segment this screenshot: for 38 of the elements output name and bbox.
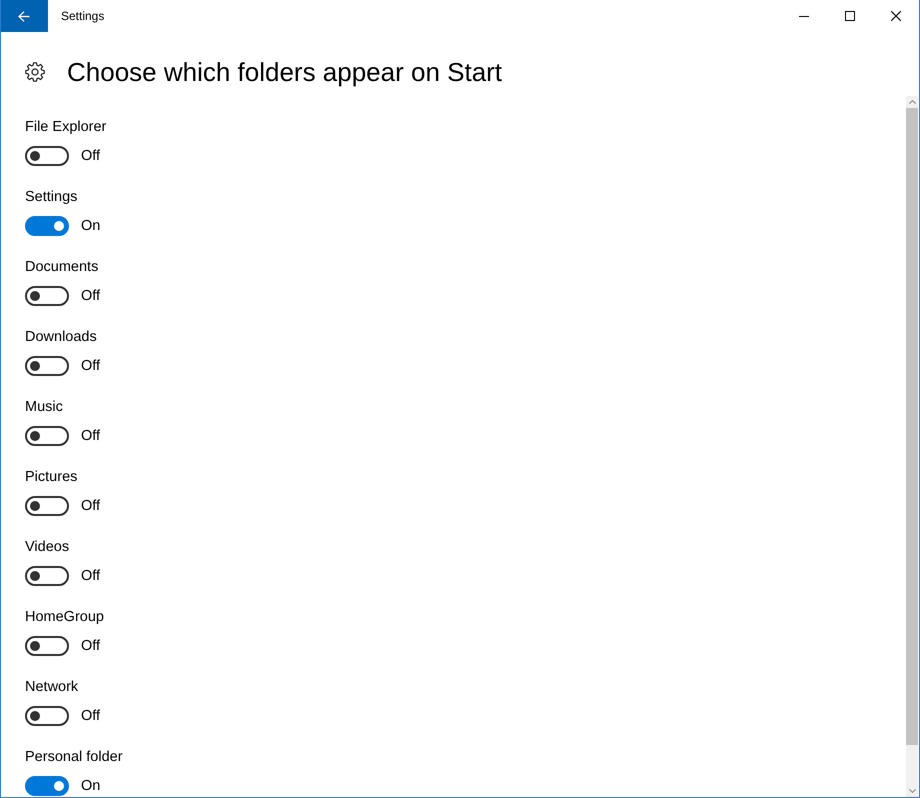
toggle-switch[interactable] — [25, 286, 69, 306]
setting-label: Personal folder — [25, 748, 123, 767]
toggle-switch[interactable] — [25, 426, 69, 446]
toggle-switch[interactable] — [25, 496, 69, 516]
toggle-state-text: Off — [81, 287, 100, 306]
setting-label: Settings — [25, 188, 78, 207]
toggle-switch[interactable] — [25, 216, 69, 236]
toggle-state-text: Off — [81, 497, 100, 516]
maximize-icon — [845, 11, 855, 21]
toggle-state-text: Off — [81, 637, 100, 656]
setting-label: Documents — [25, 258, 98, 277]
setting-label: Downloads — [25, 328, 97, 347]
settings-icon — [25, 62, 45, 82]
toggle-switch[interactable] — [25, 776, 69, 796]
toggle-switch[interactable] — [25, 706, 69, 726]
toggle-state-text: Off — [81, 707, 100, 726]
setting-label: Network — [25, 678, 78, 697]
setting-label: File Explorer — [25, 118, 106, 137]
back-arrow-icon — [18, 10, 30, 22]
page-heading: Choose which folders appear on Start — [67, 56, 502, 89]
toggle-state-text: On — [81, 217, 100, 236]
toggle-state-text: On — [81, 777, 100, 796]
toggle-state-text: Off — [81, 147, 100, 166]
toggle-state-text: Off — [81, 357, 100, 376]
setting-label: Videos — [25, 538, 70, 557]
toggle-state-text: Off — [81, 427, 100, 446]
chevron-up-icon — [908, 100, 916, 104]
chevron-down-icon — [908, 789, 916, 793]
toggle-state-text: Off — [81, 567, 100, 586]
setting-label: HomeGroup — [25, 608, 104, 627]
close-icon — [891, 11, 901, 21]
toggle-switch[interactable] — [25, 146, 69, 166]
toggle-switch[interactable] — [25, 566, 69, 586]
setting-label: Music — [25, 398, 63, 417]
window-title: Settings — [61, 9, 104, 23]
toggle-switch[interactable] — [25, 636, 69, 656]
toggle-switch[interactable] — [25, 356, 69, 376]
setting-label: Pictures — [25, 468, 78, 487]
